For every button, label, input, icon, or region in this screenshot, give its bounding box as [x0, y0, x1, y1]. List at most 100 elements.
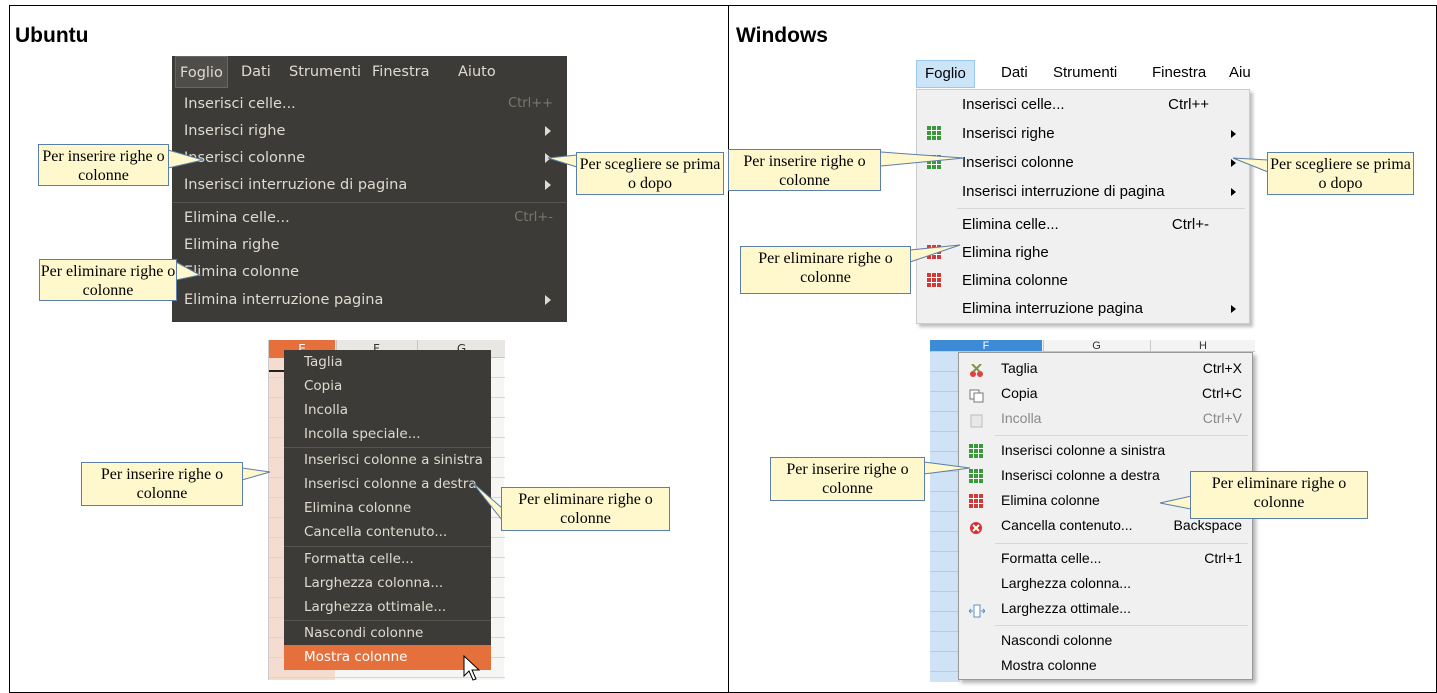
insert-columns-icon	[927, 155, 941, 169]
insert-columns-left-icon	[969, 444, 983, 458]
callout-choose-ubuntu: Per scegliere se prima o dopo	[576, 152, 724, 195]
ubuntu-menu-finestra[interactable]: Finestra	[372, 56, 430, 88]
ctx-item-formatta-celle[interactable]: Formatta celle...	[284, 547, 491, 572]
windows-menu-aiuto[interactable]: Aiu	[1229, 60, 1251, 86]
insert-rows-icon	[927, 126, 941, 140]
menu-item-inserisci-righe[interactable]: Inserisci righe	[917, 119, 1249, 148]
menu-item-elimina-interruzione[interactable]: Elimina interruzione pagina	[172, 286, 567, 314]
delete-columns-icon	[969, 494, 983, 508]
callout-insert-ubuntu-context: Per inserire righe o colonne	[81, 462, 243, 506]
menu-item-elimina-righe[interactable]: Elimina righe	[172, 231, 567, 259]
column-header-f[interactable]: F	[930, 340, 1042, 351]
submenu-arrow-icon	[1231, 159, 1236, 167]
menu-item-label: Elimina righe	[962, 244, 1049, 261]
menu-item-inserisci-interruzione[interactable]: Inserisci interruzione di pagina	[172, 171, 567, 199]
menu-item-inserisci-colonne[interactable]: Inserisci colonne	[917, 148, 1249, 177]
shortcut-label: Ctrl+-	[1171, 216, 1209, 233]
shortcut-label: Ctrl++	[508, 96, 553, 111]
menu-item-label: Elimina interruzione pagina	[962, 300, 1143, 317]
ctx-item-larghezza-colonna[interactable]: Larghezza colonna...	[959, 571, 1252, 596]
shortcut-label: Ctrl+V	[1202, 410, 1242, 426]
windows-menu-strumenti[interactable]: Strumenti	[1053, 60, 1117, 86]
menu-item-label: Formatta celle...	[1001, 550, 1102, 566]
submenu-arrow-icon	[1231, 130, 1236, 138]
ubuntu-menu-aiuto[interactable]: Aiuto	[458, 56, 496, 88]
ctx-item-nascondi-colonne[interactable]: Nascondi colonne	[959, 628, 1252, 653]
menu-item-label: Copia	[1001, 385, 1038, 401]
ctx-item-taglia[interactable]: Taglia	[284, 350, 491, 375]
ctx-item-incolla[interactable]: Incolla Ctrl+V	[959, 406, 1252, 431]
menu-item-label: Inserisci interruzione di pagina	[184, 177, 408, 193]
ubuntu-foglio-menu: Inserisci celle... Ctrl++ Inserisci righe…	[172, 88, 567, 322]
menu-item-label: Elimina celle...	[962, 216, 1059, 233]
ctx-item-cancella-contenuto[interactable]: Cancella contenuto...	[284, 520, 491, 545]
menu-item-label: Inserisci colonne	[962, 154, 1074, 171]
ubuntu-menu-dati[interactable]: Dati	[241, 56, 271, 88]
row-gridlines	[930, 352, 960, 682]
menu-item-inserisci-colonne[interactable]: Inserisci colonne	[172, 144, 567, 172]
menu-item-elimina-colonne[interactable]: Elimina colonne	[917, 266, 1249, 295]
menu-item-label: Inserisci righe	[184, 123, 286, 139]
windows-menu-dati[interactable]: Dati	[1001, 60, 1028, 86]
submenu-arrow-icon	[545, 126, 551, 136]
shortcut-label: Ctrl+X	[1202, 360, 1242, 376]
windows-menu-foglio[interactable]: Foglio	[916, 60, 975, 88]
menu-item-elimina-celle[interactable]: Elimina celle... Ctrl+-	[172, 204, 567, 232]
ctx-item-taglia[interactable]: Taglia Ctrl+X	[959, 356, 1252, 381]
column-header-h[interactable]: H	[1150, 340, 1255, 351]
callout-delete-ubuntu: Per eliminare righe o colonne	[39, 259, 177, 301]
optimal-width-icon	[968, 601, 986, 618]
menu-item-label: Inserisci celle...	[184, 96, 296, 112]
ctx-item-incolla[interactable]: Incolla	[284, 398, 491, 423]
ctx-item-inserisci-sinistra[interactable]: Inserisci colonne a sinistra	[284, 448, 491, 473]
ubuntu-menu-strumenti[interactable]: Strumenti	[289, 56, 361, 88]
ctx-item-copia[interactable]: Copia Ctrl+C	[959, 381, 1252, 406]
ctx-item-mostra-colonne[interactable]: Mostra colonne	[284, 645, 491, 670]
menu-item-inserisci-celle[interactable]: Inserisci celle... Ctrl++	[917, 90, 1249, 119]
menu-item-inserisci-interruzione[interactable]: Inserisci interruzione di pagina	[917, 177, 1249, 206]
ctx-item-mostra-colonne[interactable]: Mostra colonne	[959, 653, 1252, 678]
ctx-item-copia[interactable]: Copia	[284, 374, 491, 399]
ctx-item-formatta-celle[interactable]: Formatta celle... Ctrl+1	[959, 546, 1252, 571]
ubuntu-title: Ubuntu	[15, 24, 89, 47]
menu-item-elimina-righe[interactable]: Elimina righe	[917, 238, 1249, 267]
ctx-item-larghezza-ottimale[interactable]: Larghezza ottimale...	[284, 595, 491, 620]
menu-item-inserisci-celle[interactable]: Inserisci celle... Ctrl++	[172, 90, 567, 118]
callout-delete-ubuntu-context: Per eliminare righe o colonne	[501, 487, 670, 531]
submenu-arrow-icon	[545, 295, 551, 305]
clear-contents-icon	[969, 518, 983, 534]
ctx-item-incolla-speciale[interactable]: Incolla speciale...	[284, 422, 491, 447]
callout-delete-windows-context: Per eliminare righe o colonne	[1190, 471, 1368, 519]
menu-item-label: Inserisci interruzione di pagina	[962, 183, 1165, 200]
shortcut-label: Ctrl++	[1168, 96, 1209, 113]
ctx-item-larghezza-ottimale[interactable]: Larghezza ottimale...	[959, 596, 1252, 621]
windows-menu-finestra[interactable]: Finestra	[1152, 60, 1206, 86]
menu-item-label: Mostra colonne	[1001, 657, 1097, 673]
delete-columns-icon	[927, 273, 941, 287]
ubuntu-menu-foglio[interactable]: Foglio	[175, 56, 228, 88]
menu-item-elimina-colonne[interactable]: Elimina colonne	[172, 258, 567, 286]
menu-item-label: Inserisci celle...	[962, 96, 1065, 113]
callout-insert-windows-menu: Per inserire righe o colonne	[728, 149, 881, 191]
ctx-item-inserisci-destra[interactable]: Inserisci colonne a destra	[284, 472, 491, 497]
ctx-item-nascondi-colonne[interactable]: Nascondi colonne	[284, 621, 491, 646]
menu-item-label: Taglia	[1001, 360, 1038, 376]
paste-icon	[969, 411, 983, 428]
shortcut-label: Ctrl+1	[1204, 550, 1242, 566]
ctx-item-inserisci-sinistra[interactable]: Inserisci colonne a sinistra	[959, 438, 1252, 463]
column-header-g[interactable]: G	[1043, 340, 1149, 351]
ctx-item-larghezza-colonna[interactable]: Larghezza colonna...	[284, 571, 491, 596]
ctx-item-elimina-colonne[interactable]: Elimina colonne	[284, 496, 491, 521]
menu-item-elimina-interruzione[interactable]: Elimina interruzione pagina	[917, 294, 1249, 323]
ubuntu-context-menu: Taglia Copia Incolla Incolla speciale...…	[284, 350, 491, 670]
menu-separator	[957, 208, 1245, 209]
menu-item-label: Elimina colonne	[1001, 492, 1100, 508]
menu-item-label: Incolla	[1001, 410, 1042, 426]
menu-item-inserisci-righe[interactable]: Inserisci righe	[172, 117, 567, 145]
column-header-row: F G H	[930, 340, 1255, 352]
menu-item-label: Cancella contenuto...	[1001, 517, 1133, 533]
menu-item-label: Inserisci colonne	[184, 150, 306, 166]
callout-choose-windows: Per scegliere se prima o dopo	[1267, 152, 1414, 195]
callout-delete-windows: Per eliminare righe o colonne	[740, 246, 911, 294]
menu-item-elimina-celle[interactable]: Elimina celle... Ctrl+-	[917, 210, 1249, 239]
